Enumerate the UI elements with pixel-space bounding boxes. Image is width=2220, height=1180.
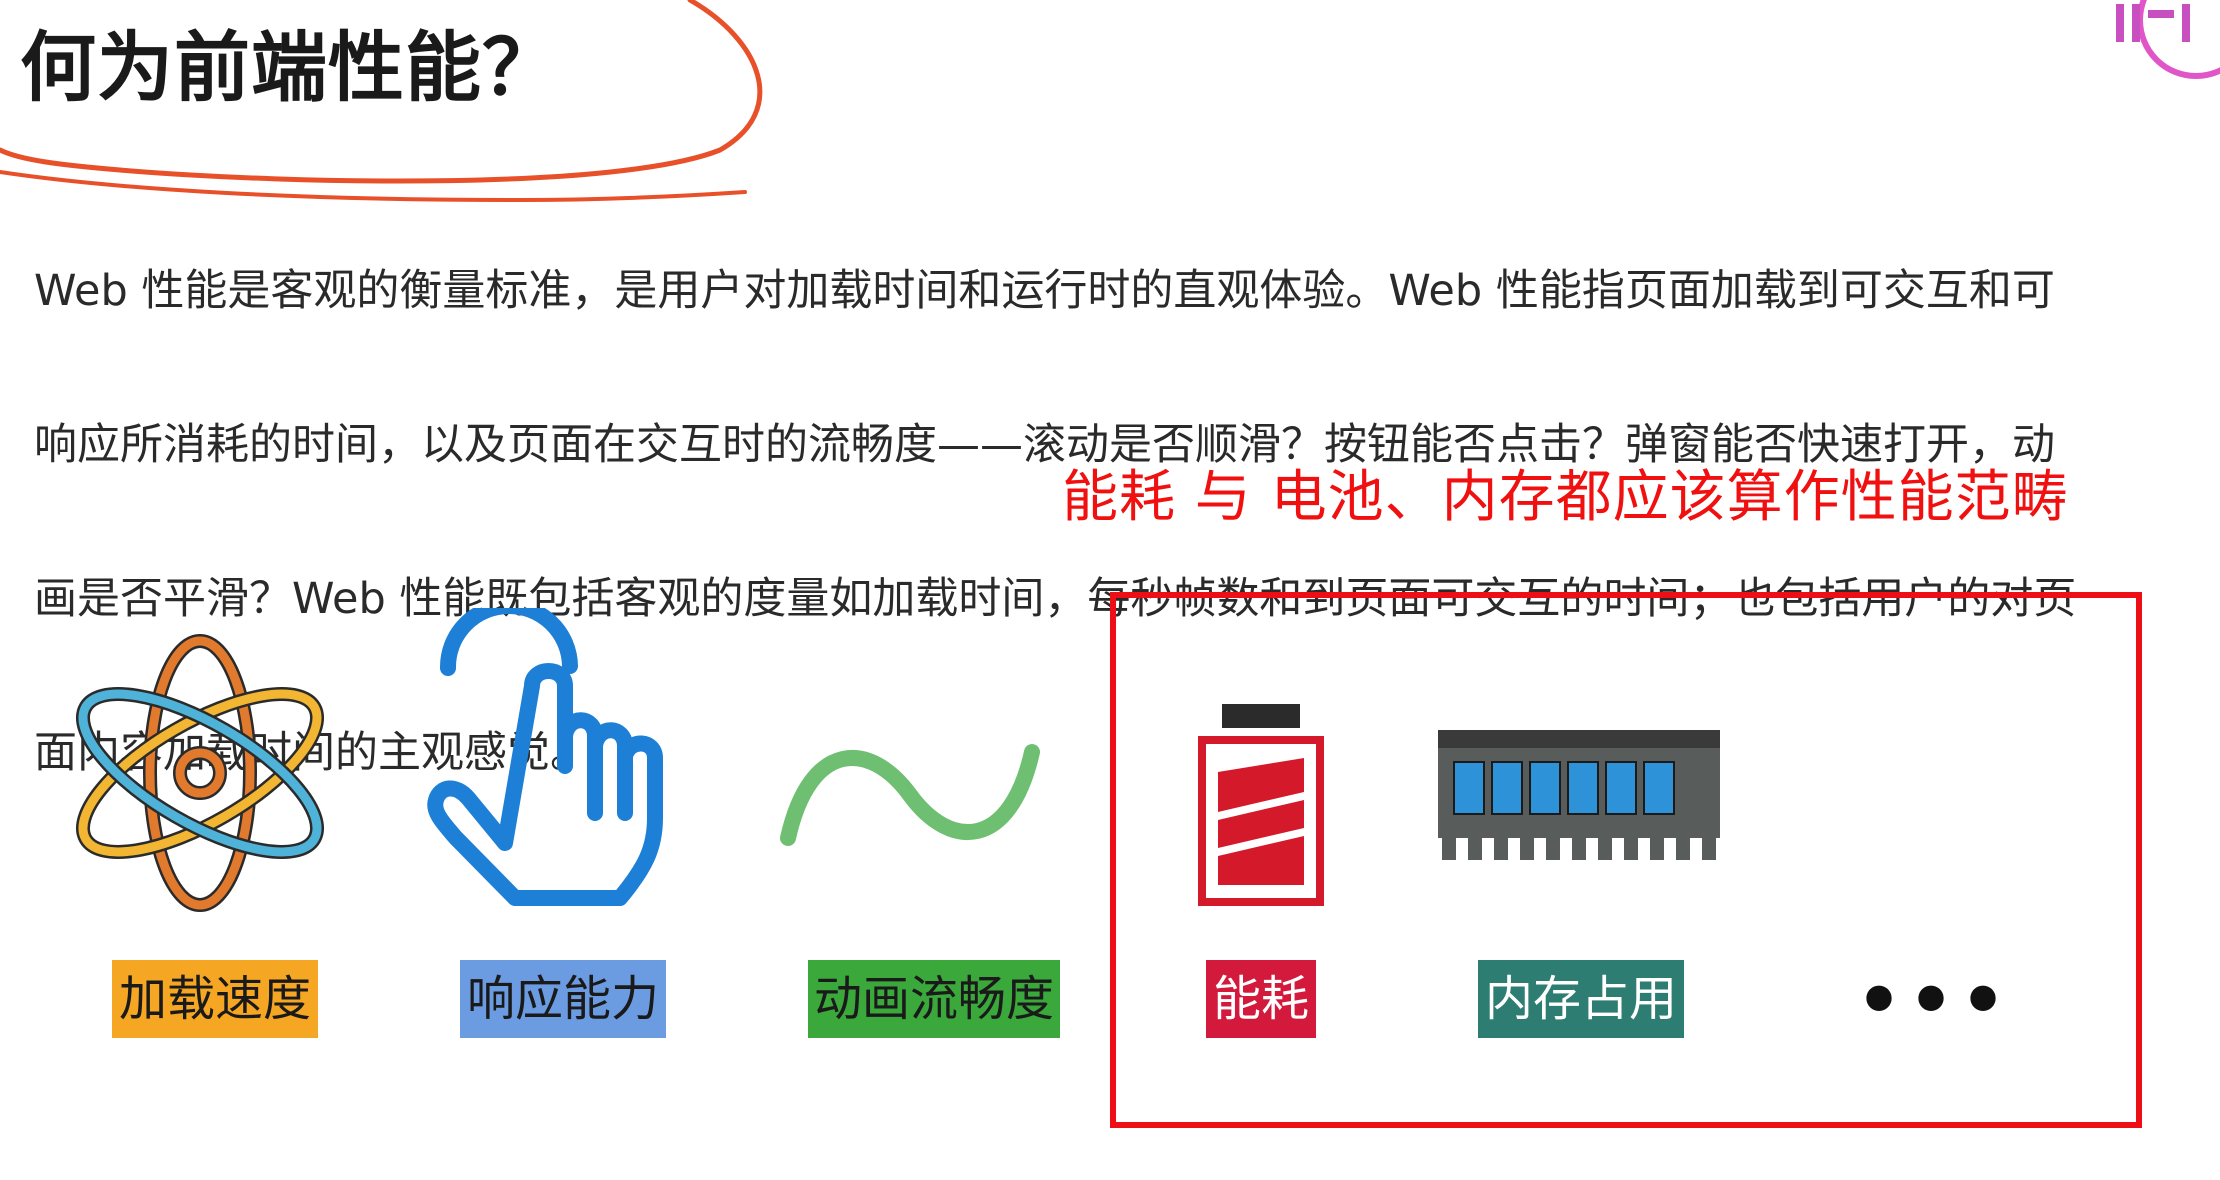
label-responsiveness: 响应能力 [460, 960, 666, 1038]
label-memory-usage: 内存占用 [1478, 960, 1684, 1038]
slide: 何为前端性能？ Web 性能是客观的衡量标准，是用户对加载时间和运行时的直观体验… [0, 0, 2220, 1180]
more-ellipsis: ••• [1856, 958, 2013, 1042]
atom-icon [75, 634, 325, 912]
corner-logo [2104, 0, 2220, 84]
label-animation-smoothness: 动画流畅度 [808, 960, 1060, 1038]
battery-icon [1198, 704, 1324, 906]
label-energy-consumption: 能耗 [1206, 960, 1316, 1038]
annotation-note: 能耗 与 电池、内存都应该算作性能范畴 [1062, 465, 2069, 530]
page-title: 何为前端性能？ [20, 23, 559, 112]
pointing-hand-icon [427, 608, 663, 906]
paragraph-line: Web 性能是客观的衡量标准，是用户对加载时间和运行时的直观体验。Web 性能指… [34, 266, 2055, 316]
memory-chip-icon [1438, 730, 1720, 860]
label-load-speed: 加载速度 [112, 960, 318, 1038]
wave-icon [780, 744, 1040, 846]
